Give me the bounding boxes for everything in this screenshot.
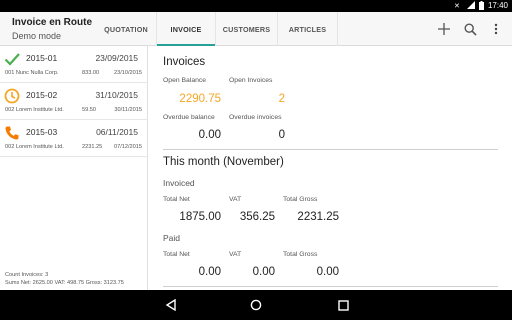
back-icon: [165, 299, 176, 311]
invoice-date: 31/10/2015: [95, 90, 138, 100]
app-subtitle: Demo mode: [12, 31, 62, 41]
add-button[interactable]: [436, 21, 452, 37]
overdue-balance-value: 0.00: [198, 129, 221, 141]
paid-net-value: 0.00: [198, 266, 221, 278]
invoice-sums-footer: Sums Net: 2625.00 VAT: 498.75 Gross: 312…: [5, 280, 124, 286]
svg-text:✕: ✕: [454, 3, 460, 9]
invoiced-vat-value: 356.25: [239, 211, 275, 223]
paid-title: Paid: [163, 233, 181, 243]
invoice-number: 2015-01: [26, 53, 58, 63]
tab-customers[interactable]: CUSTOMERS: [216, 12, 278, 46]
invoice-amount: 59.50: [82, 107, 96, 113]
invoice-customer: 002 Lorem Institute Ltd.: [5, 107, 64, 113]
invoice-amount: 2231.25: [82, 144, 103, 150]
phone-icon: [5, 126, 19, 140]
paid-vat-value: 0.00: [252, 266, 275, 278]
more-vert-icon: [494, 23, 498, 35]
open-balance-value: 2290.75: [179, 93, 221, 105]
paid-vat-label: VAT: [229, 251, 242, 258]
invoice-number: 2015-03: [26, 127, 58, 137]
recents-icon: [337, 299, 349, 311]
invoiced-gross-value: 2231.25: [297, 211, 339, 223]
overdue-balance-label: Overdue balance: [163, 114, 215, 121]
invoice-date: 06/11/2015: [96, 127, 138, 137]
invoice-due-date: 23/10/2015: [114, 70, 142, 76]
invoice-list-item[interactable]: 2015-03 06/11/2015 002 Lorem Institute L…: [0, 120, 148, 157]
paid-net-label: Total Net: [163, 251, 190, 258]
section-divider: [163, 286, 498, 287]
invoice-date: 23/09/2015: [95, 53, 138, 63]
invoice-due-date: 07/12/2015: [114, 144, 142, 150]
invoice-overview-panel: Invoices Open Balance Open Invoices 2290…: [149, 46, 512, 290]
invoiced-net-value: 1875.00: [179, 211, 221, 223]
clock-icon: [4, 88, 20, 104]
invoice-amount: 833.00: [82, 70, 100, 76]
invoices-section-title: Invoices: [163, 56, 206, 68]
section-divider: [163, 149, 498, 150]
invoice-list-panel: 2015-01 23/09/2015 001 Nunc Nulla Corp. …: [0, 46, 148, 290]
app-screen: ✕ 17:40 Invoice en Route Demo mode QUOTA…: [0, 0, 512, 320]
recents-button[interactable]: [335, 297, 351, 313]
back-button[interactable]: [163, 297, 179, 313]
open-invoices-label: Open Invoices: [229, 77, 273, 84]
status-time: 17:40: [487, 1, 508, 10]
status-icons: ✕ 17:40: [454, 0, 508, 12]
invoice-list-item[interactable]: 2015-02 31/10/2015 002 Lorem Institute L…: [0, 83, 148, 120]
invoiced-net-label: Total Net: [163, 196, 190, 203]
battery-icon: [478, 0, 484, 12]
overdue-invoices-label: Overdue invoices: [229, 114, 282, 121]
check-icon: [4, 53, 20, 66]
open-balance-label: Open Balance: [163, 77, 207, 84]
invoice-count-footer: Count Invoices: 3: [5, 272, 49, 278]
overflow-menu-button[interactable]: [488, 21, 504, 37]
signal-icon: [466, 1, 475, 11]
tab-articles[interactable]: ARTICLES: [278, 12, 338, 46]
tab-invoice[interactable]: INVOICE: [156, 12, 216, 46]
invoice-list-item[interactable]: 2015-01 23/09/2015 001 Nunc Nulla Corp. …: [0, 46, 148, 83]
month-section-title: This month (November): [163, 156, 284, 168]
search-button[interactable]: [462, 21, 478, 37]
app-bar: Invoice en Route Demo mode QUOTATION INV…: [0, 12, 512, 46]
home-icon: [250, 299, 262, 311]
status-bar: ✕ 17:40: [0, 0, 512, 12]
search-icon: [463, 22, 477, 36]
invoice-number: 2015-02: [26, 90, 58, 100]
home-button[interactable]: [248, 297, 264, 313]
open-invoices-value: 2: [278, 93, 285, 105]
invoice-customer: 002 Lorem Institute Ltd.: [5, 144, 64, 150]
invoiced-vat-label: VAT: [229, 196, 242, 203]
paid-gross-value: 0.00: [316, 266, 339, 278]
tab-quotation[interactable]: QUOTATION: [96, 12, 156, 46]
paid-gross-label: Total Gross: [283, 251, 318, 258]
invoiced-gross-label: Total Gross: [283, 196, 318, 203]
app-bar-actions: [436, 12, 504, 46]
app-title: Invoice en Route: [12, 17, 93, 28]
invoiced-title: Invoiced: [163, 178, 195, 188]
system-nav-bar: [0, 290, 512, 320]
tab-bar: QUOTATION INVOICE CUSTOMERS ARTICLES: [96, 12, 338, 46]
data-saver-icon: ✕: [454, 1, 463, 11]
plus-icon: [438, 23, 450, 35]
invoice-customer: 001 Nunc Nulla Corp.: [5, 70, 59, 76]
overdue-invoices-value: 0: [278, 129, 285, 141]
invoice-due-date: 30/11/2015: [114, 107, 142, 113]
